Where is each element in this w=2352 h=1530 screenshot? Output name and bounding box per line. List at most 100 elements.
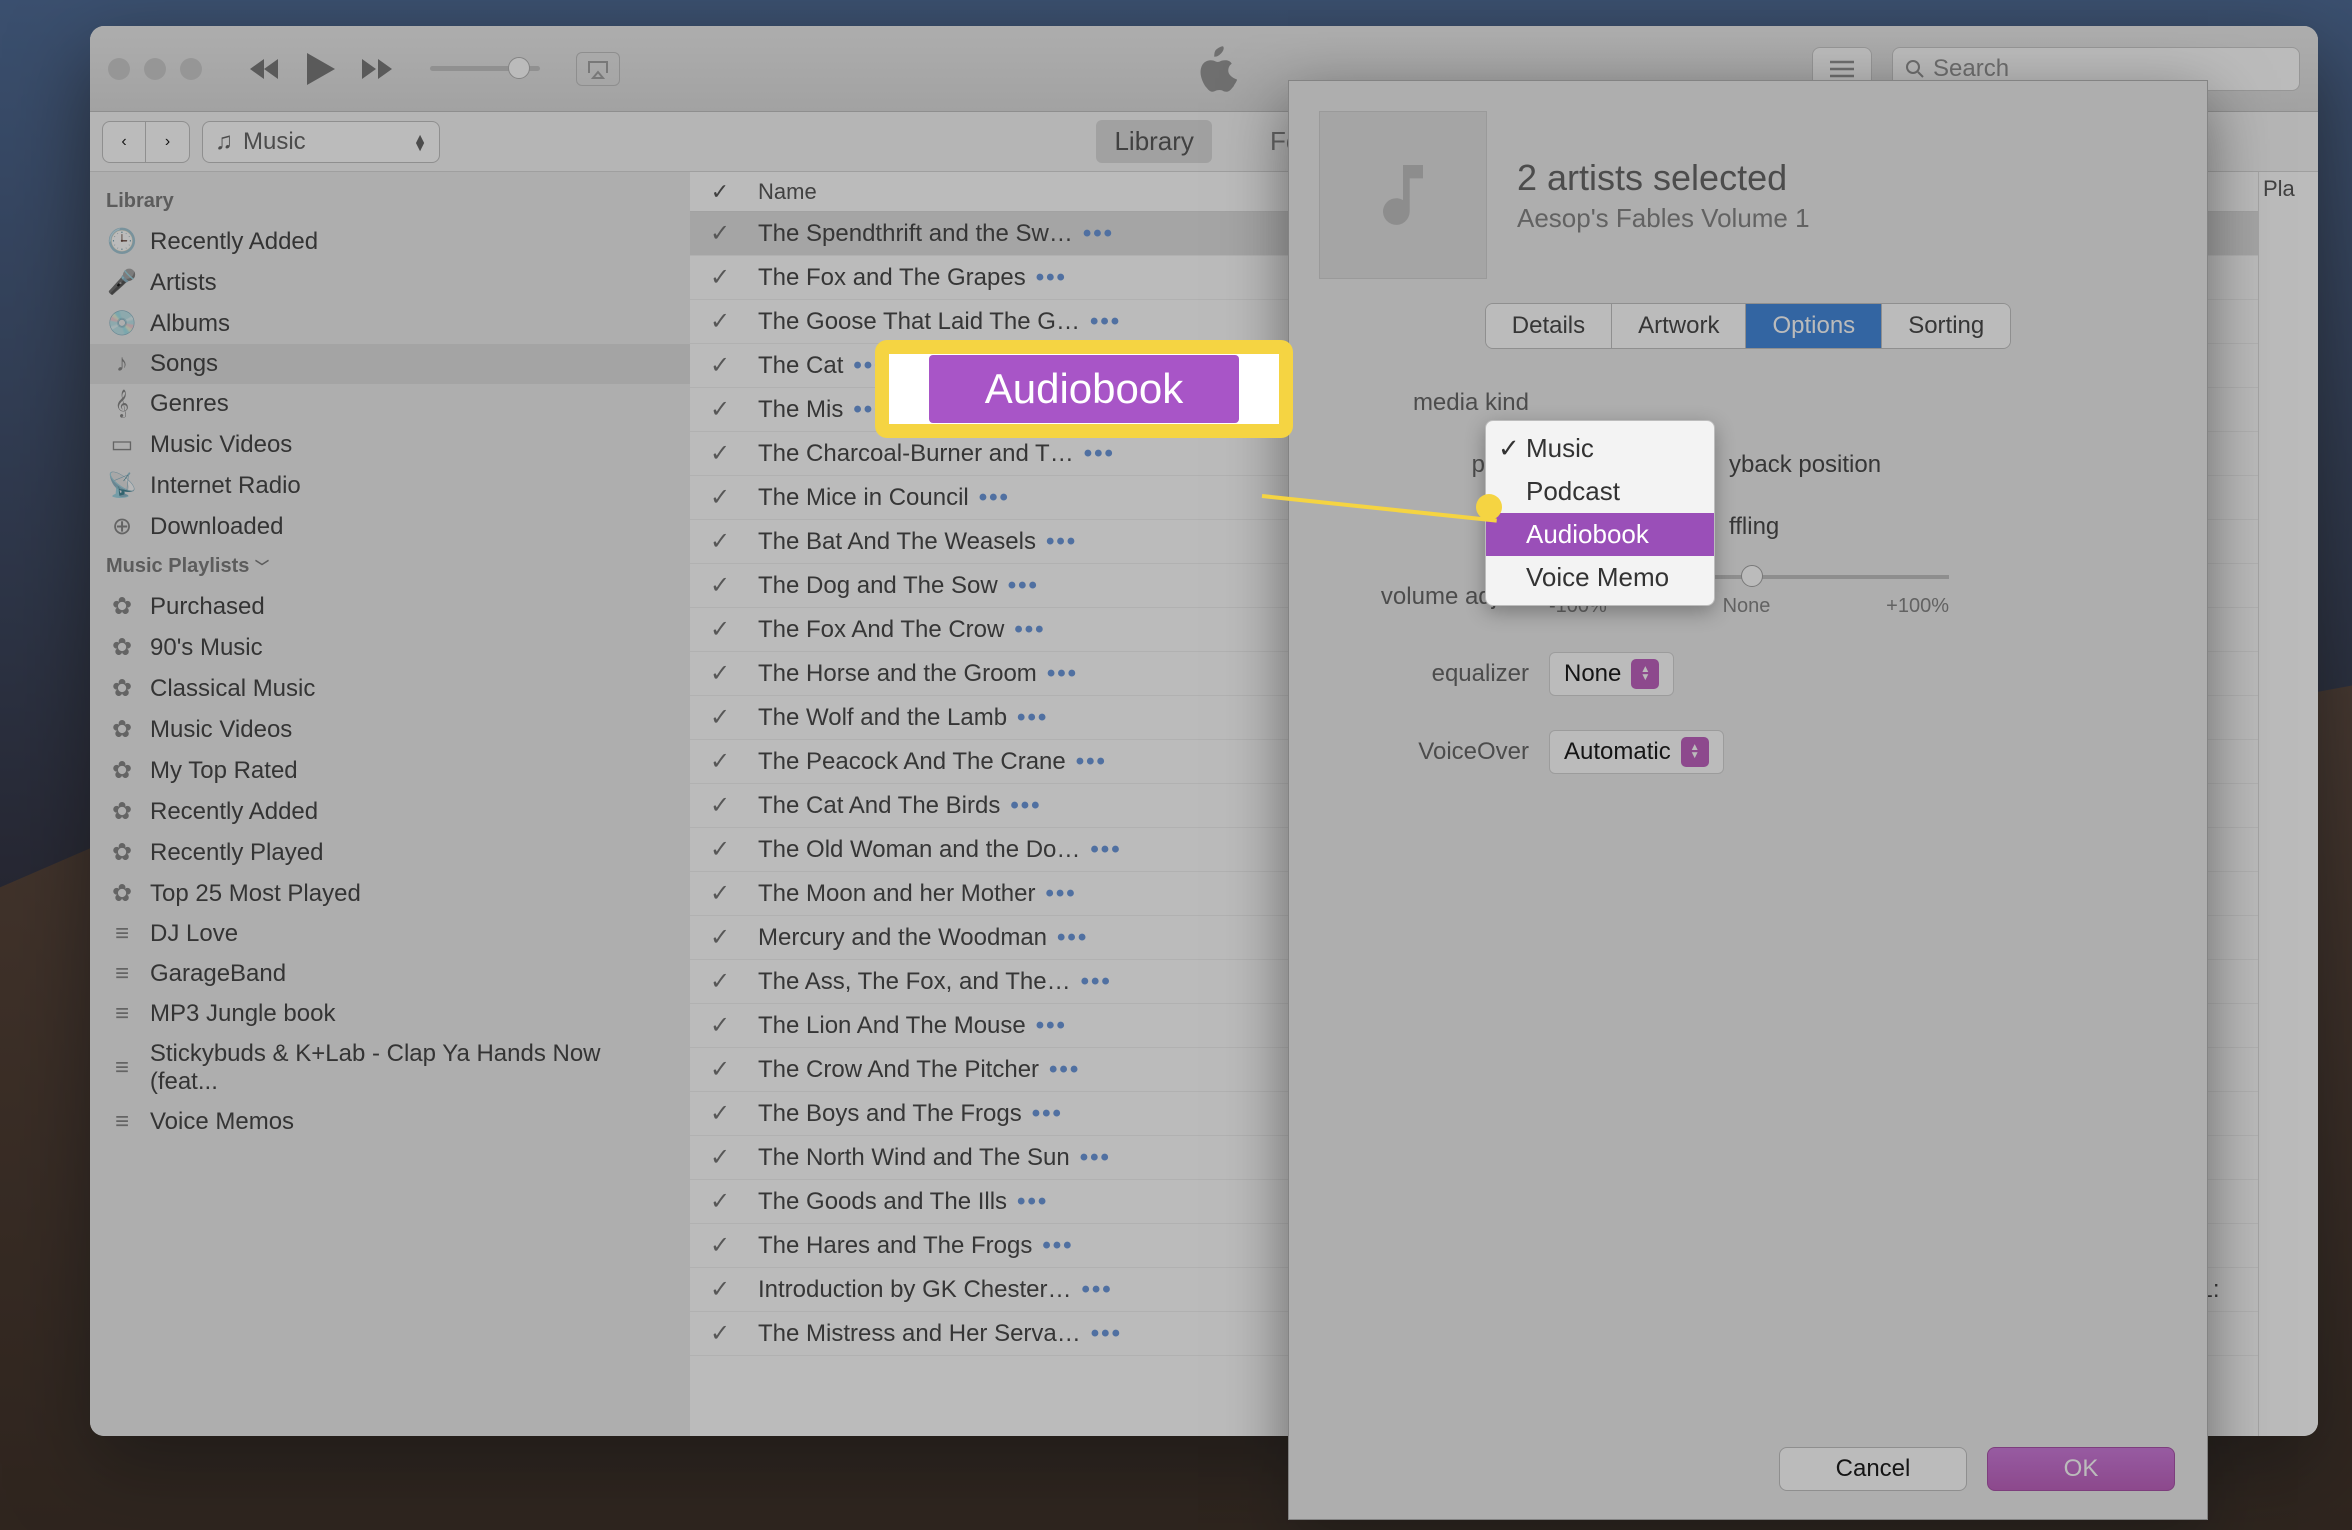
more-icon[interactable]: ••• (1014, 616, 1045, 643)
sidebar-item-genres[interactable]: 𝄞Genres (90, 384, 690, 424)
next-icon[interactable] (356, 48, 398, 90)
more-icon[interactable]: ••• (1032, 1100, 1063, 1127)
more-icon[interactable]: ••• (1084, 440, 1115, 467)
previous-icon[interactable] (244, 48, 286, 90)
playlist-item[interactable]: ≡Voice Memos (90, 1102, 690, 1142)
row-check-icon[interactable]: ✓ (690, 835, 750, 864)
more-icon[interactable]: ••• (1049, 1056, 1080, 1083)
playlist-column[interactable]: Pla (2258, 172, 2318, 1436)
row-check-icon[interactable]: ✓ (690, 351, 750, 380)
sidebar-item-downloaded[interactable]: ⊕Downloaded (90, 506, 690, 547)
sidebar-item-label: Songs (150, 350, 218, 378)
sidebar-item-music-videos[interactable]: ▭Music Videos (90, 424, 690, 465)
row-check-icon[interactable]: ✓ (690, 791, 750, 820)
row-check-icon[interactable]: ✓ (690, 527, 750, 556)
playlist-item[interactable]: ✿Recently Added (90, 791, 690, 832)
volume-slider[interactable] (430, 66, 540, 71)
more-icon[interactable]: ••• (1076, 748, 1107, 775)
row-check-icon[interactable]: ✓ (690, 615, 750, 644)
playlist-item[interactable]: ✿Purchased (90, 586, 690, 627)
more-icon[interactable]: ••• (1090, 836, 1121, 863)
dropdown-item-music[interactable]: Music (1486, 427, 1714, 470)
row-check-icon[interactable]: ✓ (690, 219, 750, 248)
dropdown-item-audiobook[interactable]: Audiobook (1486, 513, 1714, 556)
playlist-item[interactable]: ✿90's Music (90, 627, 690, 668)
more-icon[interactable]: ••• (1080, 1144, 1111, 1171)
more-icon[interactable]: ••• (1042, 1232, 1073, 1259)
check-column[interactable]: ✓ (690, 179, 750, 205)
sidebar-item-artists[interactable]: 🎤Artists (90, 262, 690, 303)
playlist-item[interactable]: ≡DJ Love (90, 914, 690, 954)
source-select[interactable]: ♫ Music ▲▼ (202, 121, 440, 163)
more-icon[interactable]: ••• (1036, 264, 1067, 291)
modal-tab-details[interactable]: Details (1486, 304, 1612, 348)
row-check-icon[interactable]: ✓ (690, 1011, 750, 1040)
row-check-icon[interactable]: ✓ (690, 659, 750, 688)
more-icon[interactable]: ••• (1036, 1012, 1067, 1039)
more-icon[interactable]: ••• (1083, 220, 1114, 247)
nav-tab-library[interactable]: Library (1096, 120, 1211, 163)
playlist-item[interactable]: ≡Stickybuds & K+Lab - Clap Ya Hands Now … (90, 1034, 690, 1102)
fullscreen-icon[interactable] (180, 58, 202, 80)
more-icon[interactable]: ••• (1081, 1276, 1112, 1303)
more-icon[interactable]: ••• (1046, 528, 1077, 555)
close-icon[interactable] (108, 58, 130, 80)
modal-tab-options[interactable]: Options (1746, 304, 1882, 348)
more-icon[interactable]: ••• (1091, 1320, 1122, 1347)
playlist-item[interactable]: ≡MP3 Jungle book (90, 994, 690, 1034)
row-check-icon[interactable]: ✓ (690, 879, 750, 908)
row-check-icon[interactable]: ✓ (690, 439, 750, 468)
row-check-icon[interactable]: ✓ (690, 1055, 750, 1084)
playlist-item[interactable]: ✿Top 25 Most Played (90, 873, 690, 914)
more-icon[interactable]: ••• (1010, 792, 1041, 819)
airplay-icon[interactable] (576, 52, 620, 86)
playlists-header[interactable]: Music Playlists ﹀ (90, 547, 690, 586)
row-check-icon[interactable]: ✓ (690, 483, 750, 512)
row-check-icon[interactable]: ✓ (690, 1099, 750, 1128)
row-check-icon[interactable]: ✓ (690, 1143, 750, 1172)
dropdown-item-voice-memo[interactable]: Voice Memo (1486, 556, 1714, 599)
equalizer-select[interactable]: None ▲▼ (1549, 652, 1674, 696)
playlist-item[interactable]: ✿Recently Played (90, 832, 690, 873)
row-check-icon[interactable]: ✓ (690, 1231, 750, 1260)
ok-button[interactable]: OK (1987, 1447, 2175, 1491)
more-icon[interactable]: ••• (1090, 308, 1121, 335)
row-check-icon[interactable]: ✓ (690, 1319, 750, 1348)
row-check-icon[interactable]: ✓ (690, 703, 750, 732)
playlist-item[interactable]: ✿Music Videos (90, 709, 690, 750)
more-icon[interactable]: ••• (1017, 1188, 1048, 1215)
more-icon[interactable]: ••• (1008, 572, 1039, 599)
row-check-icon[interactable]: ✓ (690, 1187, 750, 1216)
more-icon[interactable]: ••• (1081, 968, 1112, 995)
row-check-icon[interactable]: ✓ (690, 263, 750, 292)
sidebar-item-recently-added[interactable]: 🕒Recently Added (90, 221, 690, 262)
more-icon[interactable]: ••• (979, 484, 1010, 511)
forward-button[interactable]: › (146, 121, 190, 163)
playlist-item[interactable]: ✿My Top Rated (90, 750, 690, 791)
modal-tab-artwork[interactable]: Artwork (1612, 304, 1746, 348)
cancel-button[interactable]: Cancel (1779, 1447, 1967, 1491)
more-icon[interactable]: ••• (1017, 704, 1048, 731)
back-button[interactable]: ‹ (102, 121, 146, 163)
playlist-item[interactable]: ✿Classical Music (90, 668, 690, 709)
playlist-item[interactable]: ≡GarageBand (90, 954, 690, 994)
more-icon[interactable]: ••• (1057, 924, 1088, 951)
voiceover-select[interactable]: Automatic ▲▼ (1549, 730, 1724, 774)
sidebar-item-songs[interactable]: ♪Songs (90, 344, 690, 384)
more-icon[interactable]: ••• (1047, 660, 1078, 687)
row-check-icon[interactable]: ✓ (690, 307, 750, 336)
row-check-icon[interactable]: ✓ (690, 923, 750, 952)
row-check-icon[interactable]: ✓ (690, 571, 750, 600)
dropdown-item-podcast[interactable]: Podcast (1486, 470, 1714, 513)
row-check-icon[interactable]: ✓ (690, 747, 750, 776)
more-icon[interactable]: ••• (1046, 880, 1077, 907)
row-check-icon[interactable]: ✓ (690, 395, 750, 424)
modal-tab-sorting[interactable]: Sorting (1882, 304, 2010, 348)
row-check-icon[interactable]: ✓ (690, 1275, 750, 1304)
row-check-icon[interactable]: ✓ (690, 967, 750, 996)
sidebar-item-internet-radio[interactable]: 📡Internet Radio (90, 465, 690, 506)
play-icon[interactable] (300, 48, 342, 90)
media-kind-dropdown[interactable]: MusicPodcastAudiobookVoice Memo (1485, 420, 1715, 606)
minimize-icon[interactable] (144, 58, 166, 80)
sidebar-item-albums[interactable]: 💿Albums (90, 303, 690, 344)
